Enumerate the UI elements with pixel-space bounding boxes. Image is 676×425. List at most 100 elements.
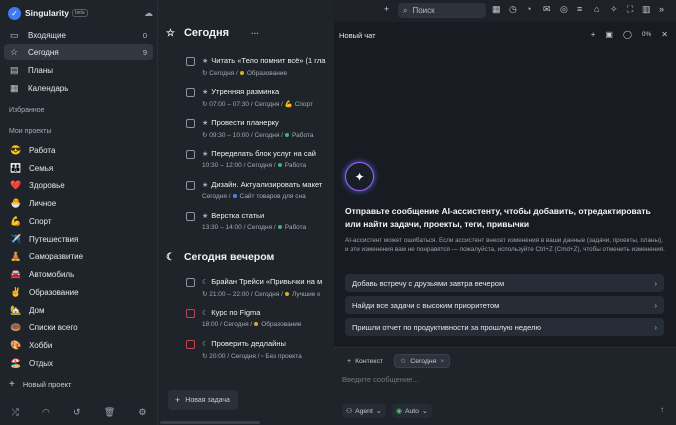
suggestion-label: Найди все задачи с высоким приоритетом bbox=[352, 300, 500, 310]
suggestion-button[interactable]: Добавь встречу с друзьями завтра вечером… bbox=[345, 274, 664, 292]
project-emoji-icon: 💪 bbox=[10, 215, 22, 226]
task-row[interactable]: ☾ Курс по Figma 18:00 / Сегодня / Образова… bbox=[186, 308, 334, 336]
send-icon[interactable]: ↑ bbox=[660, 405, 664, 414]
shuffle-icon[interactable]: ⤮ bbox=[12, 407, 19, 418]
project-item[interactable]: ✈️ Путешествия bbox=[4, 231, 153, 247]
project-color-dot bbox=[232, 193, 237, 198]
sidebar-item-inbox[interactable]: ▭ Входящие 0 bbox=[4, 27, 153, 43]
calendar-icon: ▤ bbox=[10, 64, 19, 75]
sidebar-item-today[interactable]: ☆ Сегодня 9 bbox=[4, 44, 153, 60]
new-project-button[interactable]: + Новый проект bbox=[9, 379, 71, 390]
new-chat-icon[interactable]: + bbox=[591, 30, 596, 39]
task-checkbox[interactable] bbox=[186, 88, 195, 97]
task-meta: Сегодня bbox=[202, 193, 227, 200]
project-item[interactable]: 🚘 Автомобиль bbox=[4, 266, 153, 282]
app-name: Singularity bbox=[25, 8, 69, 18]
close-icon[interactable]: ✕ bbox=[661, 30, 668, 39]
agent-mode-select[interactable]: ⚇ Agent ⌄ bbox=[342, 404, 386, 418]
context-chip-label: Контекст bbox=[355, 357, 383, 365]
project-item[interactable]: 🏡 Дом bbox=[4, 302, 153, 318]
wifi-icon[interactable]: ◠ bbox=[42, 407, 50, 418]
suggestion-button[interactable]: Найди все задачи с высоким приоритетом › bbox=[345, 296, 664, 314]
tag-icon[interactable]: ⌂ bbox=[594, 4, 599, 14]
project-item[interactable]: 🧘 Саморазвитие bbox=[4, 248, 153, 264]
add-context-button[interactable]: + Контекст bbox=[342, 354, 388, 368]
task-checkbox[interactable] bbox=[186, 309, 195, 318]
settings-gear-icon[interactable]: ⚙ bbox=[138, 407, 146, 418]
clock-icon[interactable]: ◔ bbox=[526, 4, 531, 14]
task-checkbox[interactable] bbox=[186, 150, 195, 159]
project-emoji-icon: 😎 bbox=[10, 144, 22, 155]
task-checkbox[interactable] bbox=[186, 119, 195, 128]
inbox-icon: ▭ bbox=[10, 29, 19, 40]
model-select[interactable]: ◉ Auto ⌄ bbox=[392, 404, 432, 418]
history-icon[interactable]: ↺ bbox=[73, 407, 81, 418]
agent-icon: ⚇ bbox=[346, 408, 353, 415]
archive-icon[interactable]: ▣ bbox=[605, 30, 613, 39]
sidebar-item-count: 0 bbox=[142, 30, 147, 40]
project-item[interactable]: 👪 Семья bbox=[4, 160, 153, 176]
task-row[interactable]: ★ Провести планерку ↻ 09:30 – 10:00 / Сег… bbox=[186, 118, 334, 146]
today-section-header: ☆ Сегодня ··· bbox=[166, 27, 259, 39]
target-icon[interactable]: ◎ bbox=[560, 4, 568, 15]
plus-icon: + bbox=[175, 395, 181, 405]
project-label: Хобби bbox=[29, 340, 53, 350]
task-checkbox[interactable] bbox=[186, 212, 195, 221]
timer-icon[interactable]: ◷ bbox=[509, 4, 517, 15]
project-item[interactable]: 🏖️ Отдых bbox=[4, 355, 153, 371]
task-row[interactable]: ★ Утренняя разминка ↻ 07:00 – 07:30 / Сег… bbox=[186, 87, 334, 115]
project-label: Дом bbox=[29, 305, 45, 315]
sidebar-item-plans[interactable]: ▤ Планы bbox=[4, 62, 153, 78]
task-project: Работа bbox=[284, 162, 307, 169]
project-label: Образование bbox=[29, 287, 79, 297]
project-item[interactable]: 😎 Работа bbox=[4, 142, 153, 158]
task-checkbox[interactable] bbox=[186, 340, 195, 349]
sparkle-icon[interactable]: ✧ bbox=[610, 4, 618, 15]
filter-icon[interactable]: ≡ bbox=[577, 4, 582, 14]
task-row[interactable]: ☾ Проверить дедлайны ↻ 20:00 / Сегодня / … bbox=[186, 339, 334, 367]
favorites-section-label: Избранное bbox=[9, 107, 45, 114]
more-options-icon[interactable]: ··· bbox=[251, 29, 259, 38]
task-title: Курс по Figma bbox=[211, 308, 261, 317]
collapse-panel-icon[interactable]: » bbox=[659, 4, 664, 14]
task-title: Читать «Тело помнит всё» (1 гла bbox=[211, 56, 326, 65]
task-list-panel: ☆ Сегодня ··· ★ Читать «Тело помнит всё» … bbox=[158, 0, 334, 425]
star-icon: ★ bbox=[202, 89, 209, 96]
habits-icon[interactable]: ✉ bbox=[543, 4, 551, 15]
task-row[interactable]: ★ Переделать блок услуг на сай 10:30 – 12… bbox=[186, 149, 334, 177]
task-checkbox[interactable] bbox=[186, 278, 195, 287]
task-row[interactable]: ★ Дизайн. Актуализировать макет Сегодня /… bbox=[186, 180, 334, 208]
cloud-sync-icon[interactable]: ☁ bbox=[144, 8, 153, 19]
trash-icon[interactable]: 🗑 bbox=[104, 407, 115, 418]
progress-percent: 0% bbox=[641, 31, 652, 38]
add-icon[interactable]: + bbox=[384, 4, 389, 14]
suggestion-button[interactable]: Пришли отчет по продуктивности за прошлу… bbox=[345, 318, 664, 336]
project-item[interactable]: 🎨 Хобби bbox=[4, 337, 153, 353]
task-row[interactable]: ★ Читать «Тело помнит всё» (1 гла ↻ Сегод… bbox=[186, 56, 334, 84]
task-project: Образование bbox=[261, 321, 302, 328]
context-chip-today[interactable]: ☆ Сегодня × bbox=[394, 354, 451, 368]
sidebar-item-calendar[interactable]: ▦ Календарь bbox=[4, 80, 153, 96]
project-item[interactable]: ❤️ Здоровье bbox=[4, 177, 153, 193]
project-item[interactable]: ✌️ Образование bbox=[4, 284, 153, 300]
chat-message-input[interactable] bbox=[342, 375, 642, 384]
task-row[interactable]: ★ Верстка статьи 13:30 – 14:00 / Сегодня … bbox=[186, 211, 334, 239]
project-color-dot bbox=[277, 162, 282, 167]
project-item[interactable]: 🐣 Личное bbox=[4, 195, 153, 211]
task-checkbox[interactable] bbox=[186, 57, 195, 66]
project-item[interactable]: 🍩 Списки всего bbox=[4, 319, 153, 335]
new-task-button[interactable]: + Новая задача bbox=[168, 390, 238, 410]
project-item[interactable]: 💪 Спорт bbox=[4, 213, 153, 229]
search-input[interactable]: ⌕ Поиск bbox=[398, 3, 486, 18]
focus-frame-icon[interactable]: ⛶ bbox=[627, 4, 633, 15]
task-row[interactable]: ☾ Брайан Трейси «Привычки на м ↻ 21:00 – … bbox=[186, 277, 334, 305]
task-checkbox[interactable] bbox=[186, 181, 195, 190]
horizontal-scrollbar[interactable] bbox=[160, 421, 260, 424]
task-title: Верстка статьи bbox=[211, 211, 265, 220]
layout-icon[interactable]: ▥ bbox=[642, 4, 651, 15]
project-emoji-icon: ✈️ bbox=[10, 233, 22, 244]
calendar-icon[interactable]: ▦ bbox=[492, 4, 501, 15]
task-project: Лучшие к bbox=[291, 291, 321, 298]
app-logo-icon: ✓ bbox=[8, 6, 21, 20]
remove-chip-icon[interactable]: × bbox=[440, 358, 444, 365]
